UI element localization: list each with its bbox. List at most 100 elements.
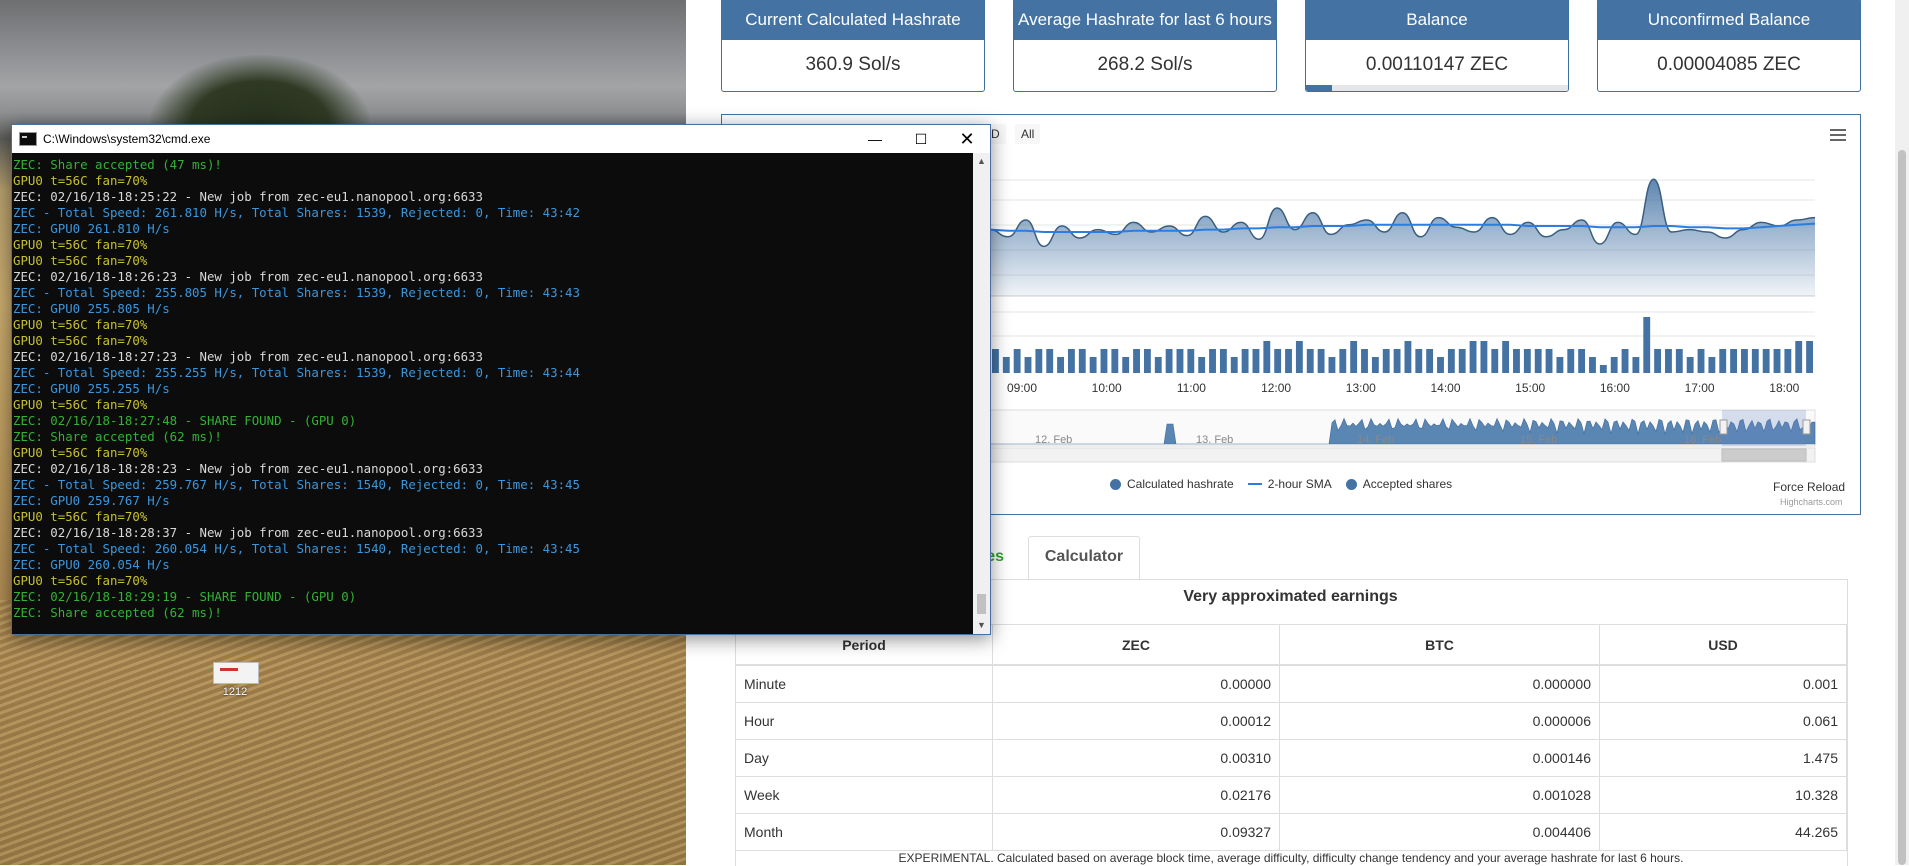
share-bar <box>1350 341 1358 373</box>
console-line: ZEC: GPU0 255.805 H/s <box>13 301 170 316</box>
share-bar <box>1111 349 1119 373</box>
share-bar <box>1339 349 1347 373</box>
share-bar <box>1198 357 1206 373</box>
navigator-right-handle <box>1802 419 1811 435</box>
btc-cell: 0.000146 <box>1279 739 1600 777</box>
earnings-row: Month 0.09327 0.004406 44.265 <box>735 813 1847 851</box>
share-bar <box>1447 349 1455 373</box>
maximize-button[interactable]: ☐ <box>898 125 944 153</box>
share-bar <box>1219 349 1227 373</box>
share-bar <box>1263 341 1271 373</box>
share-bar <box>1306 349 1314 373</box>
share-bar <box>1523 349 1531 373</box>
time-tick-label: 13:00 <box>1346 381 1376 395</box>
highcharts-credits[interactable]: Highcharts.com <box>1780 497 1843 507</box>
share-bar <box>1176 349 1184 373</box>
hashrate-area <box>990 179 1815 296</box>
legend-sma-label: 2-hour SMA <box>1267 477 1332 491</box>
share-bar <box>1154 357 1162 373</box>
share-bar <box>1632 357 1640 373</box>
console-line: GPU0 t=56C fan=70% <box>13 333 148 348</box>
scroll-up-icon[interactable]: ▲ <box>973 153 990 170</box>
usd-cell: 0.061 <box>1599 702 1847 740</box>
share-bar <box>1285 349 1292 373</box>
legend-item-hashrate[interactable]: Calculated hashrate <box>1110 477 1234 491</box>
legend-hashrate-label: Calculated hashrate <box>1127 477 1234 491</box>
share-bar <box>1046 349 1054 373</box>
period-cell: Month <box>735 813 993 851</box>
navigator-selection <box>1722 410 1806 446</box>
cmd-titlebar[interactable]: C:\Windows\system32\cmd.exe — ☐ ✕ <box>12 125 990 153</box>
legend-item-shares[interactable]: Accepted shares <box>1345 477 1453 491</box>
share-bar <box>1578 349 1586 373</box>
share-bar <box>1621 349 1629 373</box>
share-bar <box>1252 349 1260 373</box>
console-line: ZEC - Total Speed: 260.054 H/s, Total Sh… <box>13 541 580 556</box>
usd-cell: 1.475 <box>1599 739 1847 777</box>
share-bar <box>1165 349 1173 373</box>
usd-cell: 10.328 <box>1599 776 1847 814</box>
navigator-scrollbar <box>989 447 1816 463</box>
earnings-table: Period ZEC BTC USD Minute 0.00000 0.000000… <box>735 624 1847 851</box>
earnings-row: Hour 0.00012 0.000006 0.061 <box>735 702 1847 740</box>
cmd-window[interactable]: C:\Windows\system32\cmd.exe — ☐ ✕ ZEC: S… <box>11 124 991 635</box>
share-bar <box>1599 365 1607 373</box>
share-bar <box>1513 349 1520 373</box>
btc-cell: 0.004406 <box>1279 813 1600 851</box>
share-bar <box>1589 357 1596 373</box>
share-bar <box>1730 349 1738 373</box>
navigator-tick-label: 15. Feb <box>1520 434 1557 446</box>
share-bar <box>1122 357 1130 373</box>
share-bar <box>1295 341 1303 373</box>
console-line: ZEC: 02/16/18-18:27:48 - SHARE FOUND - (… <box>13 413 357 428</box>
zec-cell: 0.09327 <box>992 813 1280 851</box>
share-bar <box>1002 357 1010 373</box>
share-bar <box>1035 349 1043 373</box>
console-scrollbar-thumb[interactable] <box>977 594 986 614</box>
chart-legend: Calculated hashrate 2-hour SMA Accepted … <box>1110 477 1452 491</box>
usd-cell: 0.001 <box>1599 664 1847 703</box>
legend-sma-marker <box>1247 483 1262 485</box>
console-line: ZEC: 02/16/18-18:26:23 - New job from ze… <box>13 269 483 284</box>
legend-hashrate-marker <box>1110 478 1121 490</box>
share-bar <box>1741 349 1748 373</box>
cmd-title: C:\Windows\system32\cmd.exe <box>43 132 211 146</box>
header-zec: ZEC <box>992 624 1280 666</box>
share-bar <box>1078 349 1086 373</box>
share-bar <box>1361 349 1368 373</box>
share-bar <box>1371 357 1379 373</box>
calculator-note: EXPERIMENTAL. Calculated based on averag… <box>898 851 1684 865</box>
share-bar <box>1697 349 1705 373</box>
legend-shares-label: Accepted shares <box>1362 477 1453 491</box>
header-btc: BTC <box>1279 624 1600 666</box>
console-line: ZEC: 02/16/18-18:27:23 - New job from ze… <box>13 349 483 364</box>
console-output[interactable]: ZEC: Share accepted (47 ms)! GPU0 t=56C f… <box>12 153 972 634</box>
share-bar <box>1480 341 1488 373</box>
btc-cell: 0.001028 <box>1279 776 1600 814</box>
console-line: GPU0 t=56C fan=70% <box>13 509 148 524</box>
minimize-button[interactable]: — <box>852 125 898 153</box>
share-bar <box>1719 349 1727 373</box>
period-cell: Week <box>735 776 993 814</box>
tab-calculator[interactable]: Calculator <box>1028 536 1140 579</box>
share-bar <box>1274 349 1282 373</box>
time-tick-label: 12:00 <box>1261 381 1291 395</box>
force-reload-link[interactable]: Force Reload <box>1773 480 1845 494</box>
close-button[interactable]: ✕ <box>944 125 990 153</box>
share-bar <box>1534 349 1542 373</box>
zec-cell: 0.00000 <box>992 664 1280 703</box>
console-line: GPU0 t=56C fan=70% <box>13 317 148 332</box>
scroll-down-icon[interactable]: ▼ <box>973 617 990 634</box>
share-bar <box>1654 349 1662 373</box>
legend-item-sma[interactable]: 2-hour SMA <box>1247 477 1332 491</box>
share-bar <box>1458 349 1466 373</box>
share-bar <box>1426 349 1434 373</box>
zec-cell: 0.02176 <box>992 776 1280 814</box>
share-bar <box>1089 357 1097 373</box>
console-line: ZEC: GPU0 261.810 H/s <box>13 221 170 236</box>
share-bar <box>1762 349 1770 373</box>
share-bar <box>1382 349 1390 373</box>
console-scrollbar[interactable]: ▲ ▼ <box>973 153 990 634</box>
console-line: ZEC - Total Speed: 255.805 H/s, Total Sh… <box>13 285 580 300</box>
share-bar <box>1437 357 1444 373</box>
